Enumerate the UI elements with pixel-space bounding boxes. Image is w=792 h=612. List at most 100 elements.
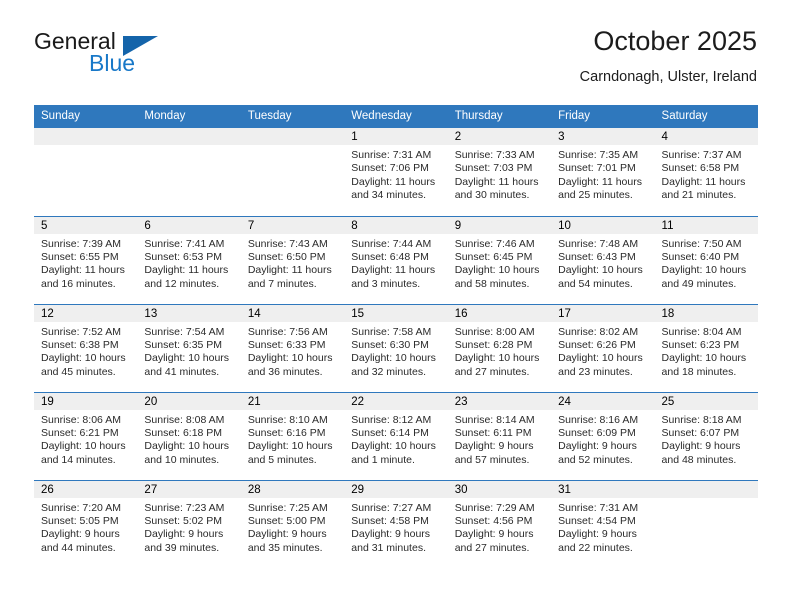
day-sun-info: Sunrise: 8:18 AM Sunset: 6:07 PM Daylight:… (655, 410, 758, 468)
brand-logo[interactable]: General Blue (34, 28, 254, 86)
daylight-duration-line1: Daylight: 11 hours (558, 175, 642, 188)
calendar-day-cell[interactable]: 11 Sunrise: 7:50 AM Sunset: 6:40 PM Dayligh… (654, 215, 758, 304)
calendar-day-cell[interactable]: 31 Sunrise: 7:31 AM Sunset: 4:54 PM Dayligh… (551, 479, 655, 568)
day-number: 21 (240, 392, 345, 410)
sunset-time: Sunset: 6:58 PM (661, 162, 740, 175)
daylight-duration-line2: and 14 minutes. (41, 453, 116, 466)
daylight-duration-line2: and 32 minutes. (351, 365, 426, 378)
calendar-day-cell[interactable]: 19 Sunrise: 8:06 AM Sunset: 6:21 PM Dayligh… (34, 391, 138, 480)
sunrise-time: Sunrise: 7:39 AM (41, 237, 121, 250)
daylight-duration-line1: Daylight: 11 hours (144, 264, 229, 277)
calendar-day-cell[interactable]: 25 Sunrise: 8:18 AM Sunset: 6:07 PM Dayligh… (654, 391, 758, 480)
daylight-duration-line2: and 22 minutes. (558, 541, 633, 554)
calendar-day-cell[interactable]: 8 Sunrise: 7:44 AM Sunset: 6:48 PM Daylight… (344, 215, 448, 304)
daylight-duration-line2: and 30 minutes. (454, 189, 530, 202)
calendar-day-cell[interactable]: 23 Sunrise: 8:14 AM Sunset: 6:11 PM Dayligh… (447, 391, 552, 480)
day-sun-info: Sunrise: 7:48 AM Sunset: 6:43 PM Daylight:… (551, 234, 654, 292)
sunrise-time: Sunrise: 7:20 AM (41, 501, 121, 514)
calendar-day-cell[interactable]: 21 Sunrise: 8:10 AM Sunset: 6:16 PM Dayligh… (240, 391, 345, 480)
sunrise-time: Sunrise: 8:12 AM (351, 413, 432, 426)
daylight-duration-line1: Daylight: 10 hours (41, 440, 126, 453)
calendar-day-cell[interactable]: 18 Sunrise: 8:04 AM Sunset: 6:23 PM Dayligh… (654, 303, 758, 392)
daylight-duration-line1: Daylight: 9 hours (661, 440, 741, 453)
day-number: 6 (137, 216, 241, 234)
day-number: 1 (344, 128, 448, 145)
day-cell-content: 10 Sunrise: 7:48 AM Sunset: 6:43 PM Dayligh… (551, 216, 655, 304)
calendar-day-cell[interactable]: 2 Sunrise: 7:33 AM Sunset: 7:03 PM Daylight… (447, 128, 552, 216)
calendar-day-cell[interactable]: 10 Sunrise: 7:48 AM Sunset: 6:43 PM Dayligh… (551, 215, 655, 304)
day-number: 11 (654, 216, 758, 234)
day-number: 10 (551, 216, 655, 234)
day-cell-content (137, 128, 241, 216)
day-sun-info: Sunrise: 7:25 AM Sunset: 5:00 PM Daylight:… (241, 498, 344, 556)
day-cell-content: 20 Sunrise: 8:08 AM Sunset: 6:18 PM Dayligh… (137, 392, 241, 480)
sunset-time: Sunset: 4:54 PM (558, 514, 636, 527)
calendar-day-cell[interactable]: 13 Sunrise: 7:54 AM Sunset: 6:35 PM Dayligh… (137, 303, 241, 392)
calendar-day-cell[interactable]: 26 Sunrise: 7:20 AM Sunset: 5:05 PM Dayligh… (34, 479, 138, 568)
sunset-time: Sunset: 5:02 PM (144, 514, 223, 527)
day-cell-content: 8 Sunrise: 7:44 AM Sunset: 6:48 PM Daylight… (344, 216, 448, 304)
day-sun-info: Sunrise: 7:23 AM Sunset: 5:02 PM Daylight:… (137, 498, 240, 556)
calendar-day-cell[interactable]: 12 Sunrise: 7:52 AM Sunset: 6:38 PM Dayligh… (34, 303, 138, 392)
day-number: 8 (344, 216, 448, 234)
calendar-day-cell[interactable]: 22 Sunrise: 8:12 AM Sunset: 6:14 PM Dayligh… (344, 391, 448, 480)
sunset-time: Sunset: 6:43 PM (558, 250, 636, 263)
sunrise-time: Sunrise: 8:00 AM (454, 325, 535, 338)
calendar-day-cell[interactable]: 20 Sunrise: 8:08 AM Sunset: 6:18 PM Dayligh… (137, 391, 241, 480)
day-number: 4 (654, 128, 758, 145)
daylight-duration-line1: Daylight: 11 hours (351, 175, 436, 188)
day-sun-info: Sunrise: 7:50 AM Sunset: 6:40 PM Daylight:… (655, 234, 758, 292)
sunset-time: Sunset: 6:28 PM (454, 338, 533, 351)
sunrise-time: Sunrise: 7:50 AM (661, 237, 742, 250)
daylight-duration-line1: Daylight: 10 hours (351, 352, 436, 365)
calendar-day-cell[interactable]: 30 Sunrise: 7:29 AM Sunset: 4:56 PM Dayligh… (447, 479, 552, 568)
daylight-duration-line1: Daylight: 11 hours (247, 264, 332, 277)
day-sun-info: Sunrise: 7:41 AM Sunset: 6:53 PM Daylight:… (137, 234, 240, 292)
calendar-day-cell[interactable]: 4 Sunrise: 7:37 AM Sunset: 6:58 PM Daylight… (654, 128, 758, 216)
calendar-day-cell[interactable]: 24 Sunrise: 8:16 AM Sunset: 6:09 PM Dayligh… (551, 391, 655, 480)
day-number: 18 (654, 304, 758, 322)
day-cell-content: 23 Sunrise: 8:14 AM Sunset: 6:11 PM Dayligh… (447, 392, 552, 480)
sunset-time: Sunset: 6:53 PM (144, 250, 223, 263)
day-sun-info: Sunrise: 7:31 AM Sunset: 7:06 PM Daylight:… (344, 145, 447, 203)
daylight-duration-line1: Daylight: 10 hours (558, 352, 643, 365)
day-number: 14 (240, 304, 345, 322)
calendar-day-cell[interactable]: 16 Sunrise: 8:00 AM Sunset: 6:28 PM Dayligh… (447, 303, 552, 392)
calendar-week-row: 19 Sunrise: 8:06 AM Sunset: 6:21 PM Dayligh… (34, 391, 758, 480)
day-sun-info: Sunrise: 7:20 AM Sunset: 5:05 PM Daylight:… (34, 498, 137, 556)
daylight-duration-line2: and 27 minutes. (454, 541, 530, 554)
daylight-duration-line1: Daylight: 11 hours (351, 264, 436, 277)
calendar-day-cell[interactable]: 5 Sunrise: 7:39 AM Sunset: 6:55 PM Daylight… (34, 215, 138, 304)
sunset-time: Sunset: 5:00 PM (247, 514, 326, 527)
calendar-day-cell[interactable]: 15 Sunrise: 7:58 AM Sunset: 6:30 PM Dayligh… (344, 303, 448, 392)
calendar-day-cell[interactable]: 14 Sunrise: 7:56 AM Sunset: 6:33 PM Dayligh… (240, 303, 345, 392)
daylight-duration-line2: and 35 minutes. (247, 541, 323, 554)
calendar-day-cell[interactable]: 17 Sunrise: 8:02 AM Sunset: 6:26 PM Dayligh… (551, 303, 655, 392)
sunrise-time: Sunrise: 7:48 AM (558, 237, 639, 250)
calendar-day-cell[interactable]: 3 Sunrise: 7:35 AM Sunset: 7:01 PM Daylight… (551, 128, 655, 216)
sunrise-time: Sunrise: 7:54 AM (144, 325, 225, 338)
day-sun-info: Sunrise: 7:58 AM Sunset: 6:30 PM Daylight:… (344, 322, 447, 380)
daylight-duration-line2: and 1 minute. (351, 453, 415, 466)
daylight-duration-line2: and 27 minutes. (454, 365, 530, 378)
calendar-day-cell[interactable]: 1 Sunrise: 7:31 AM Sunset: 7:06 PM Daylight… (344, 128, 448, 216)
sunrise-time: Sunrise: 7:37 AM (661, 149, 742, 161)
calendar-day-cell[interactable]: 7 Sunrise: 7:43 AM Sunset: 6:50 PM Daylight… (240, 215, 345, 304)
daylight-duration-line1: Daylight: 10 hours (247, 352, 333, 365)
calendar-day-cell[interactable]: 28 Sunrise: 7:25 AM Sunset: 5:00 PM Dayligh… (240, 479, 345, 568)
day-number (137, 128, 241, 145)
day-number: 13 (137, 304, 241, 322)
calendar-day-cell[interactable]: 29 Sunrise: 7:27 AM Sunset: 4:58 PM Dayligh… (344, 479, 448, 568)
calendar-day-cell (240, 128, 345, 216)
day-cell-content: 24 Sunrise: 8:16 AM Sunset: 6:09 PM Dayligh… (551, 392, 655, 480)
sunset-time: Sunset: 6:26 PM (558, 338, 636, 351)
day-sun-info: Sunrise: 8:16 AM Sunset: 6:09 PM Daylight:… (551, 410, 654, 468)
calendar-day-cell[interactable]: 6 Sunrise: 7:41 AM Sunset: 6:53 PM Daylight… (137, 215, 241, 304)
sunrise-time: Sunrise: 7:23 AM (144, 501, 225, 514)
day-cell-content (34, 128, 138, 216)
daylight-duration-line1: Daylight: 9 hours (41, 528, 120, 541)
daylight-duration-line2: and 45 minutes. (41, 365, 116, 378)
calendar-day-cell[interactable]: 9 Sunrise: 7:46 AM Sunset: 6:45 PM Daylight… (447, 215, 552, 304)
calendar-day-cell[interactable]: 27 Sunrise: 7:23 AM Sunset: 5:02 PM Dayligh… (137, 479, 241, 568)
day-sun-info: Sunrise: 8:00 AM Sunset: 6:28 PM Daylight:… (448, 322, 551, 380)
